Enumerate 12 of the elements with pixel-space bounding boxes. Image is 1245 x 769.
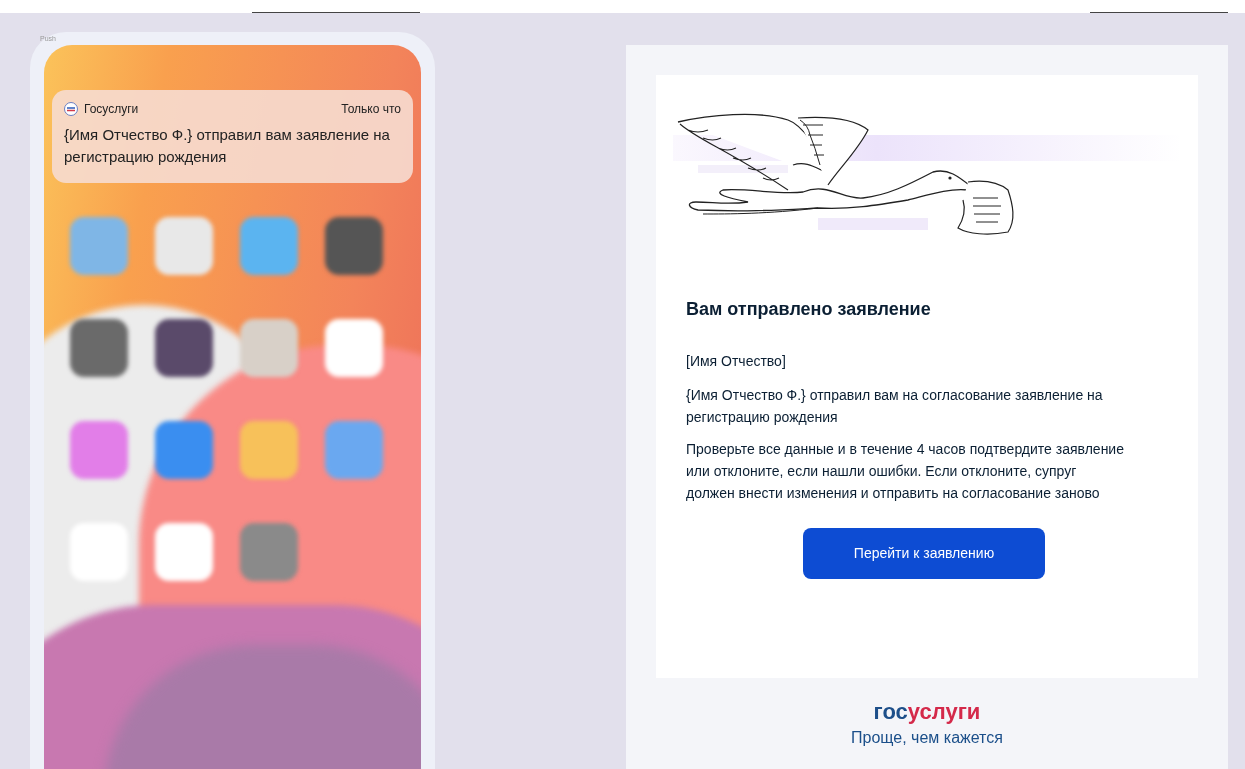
greeting-text: [Имя Отчество] <box>686 352 787 371</box>
body-paragraph: Проверьте все данные и в течение 4 часов подтвердите заявление или отклоните, если нашли ошибки. Если отклоните, супруг должен внести изменения и отправить на согласование заново <box>686 440 1125 503</box>
open-application-button[interactable]: Перейти к заявлению <box>803 528 1045 579</box>
app-logo-icon <box>64 102 78 116</box>
body-paragraph: {Имя Отчество Ф.} отправил вам на согласование заявление на регистрацию рождения <box>686 386 1104 427</box>
tagline-text: Проще, чем кажется <box>851 728 1003 748</box>
notification-card[interactable]: Госуслуги Только что {Имя Отчество Ф.} отправил вам заявление на регистрацию рождения <box>52 90 413 183</box>
gosuslugi-logo: госуслуги <box>873 700 981 724</box>
notification-time: Только что <box>341 101 401 118</box>
app-name: Госуслуги <box>84 101 139 118</box>
notification-text: {Имя Отчество Ф.} отправил вам заявление на регистрацию рождения <box>64 125 391 167</box>
email-heading: Вам отправлено заявление <box>686 298 932 321</box>
